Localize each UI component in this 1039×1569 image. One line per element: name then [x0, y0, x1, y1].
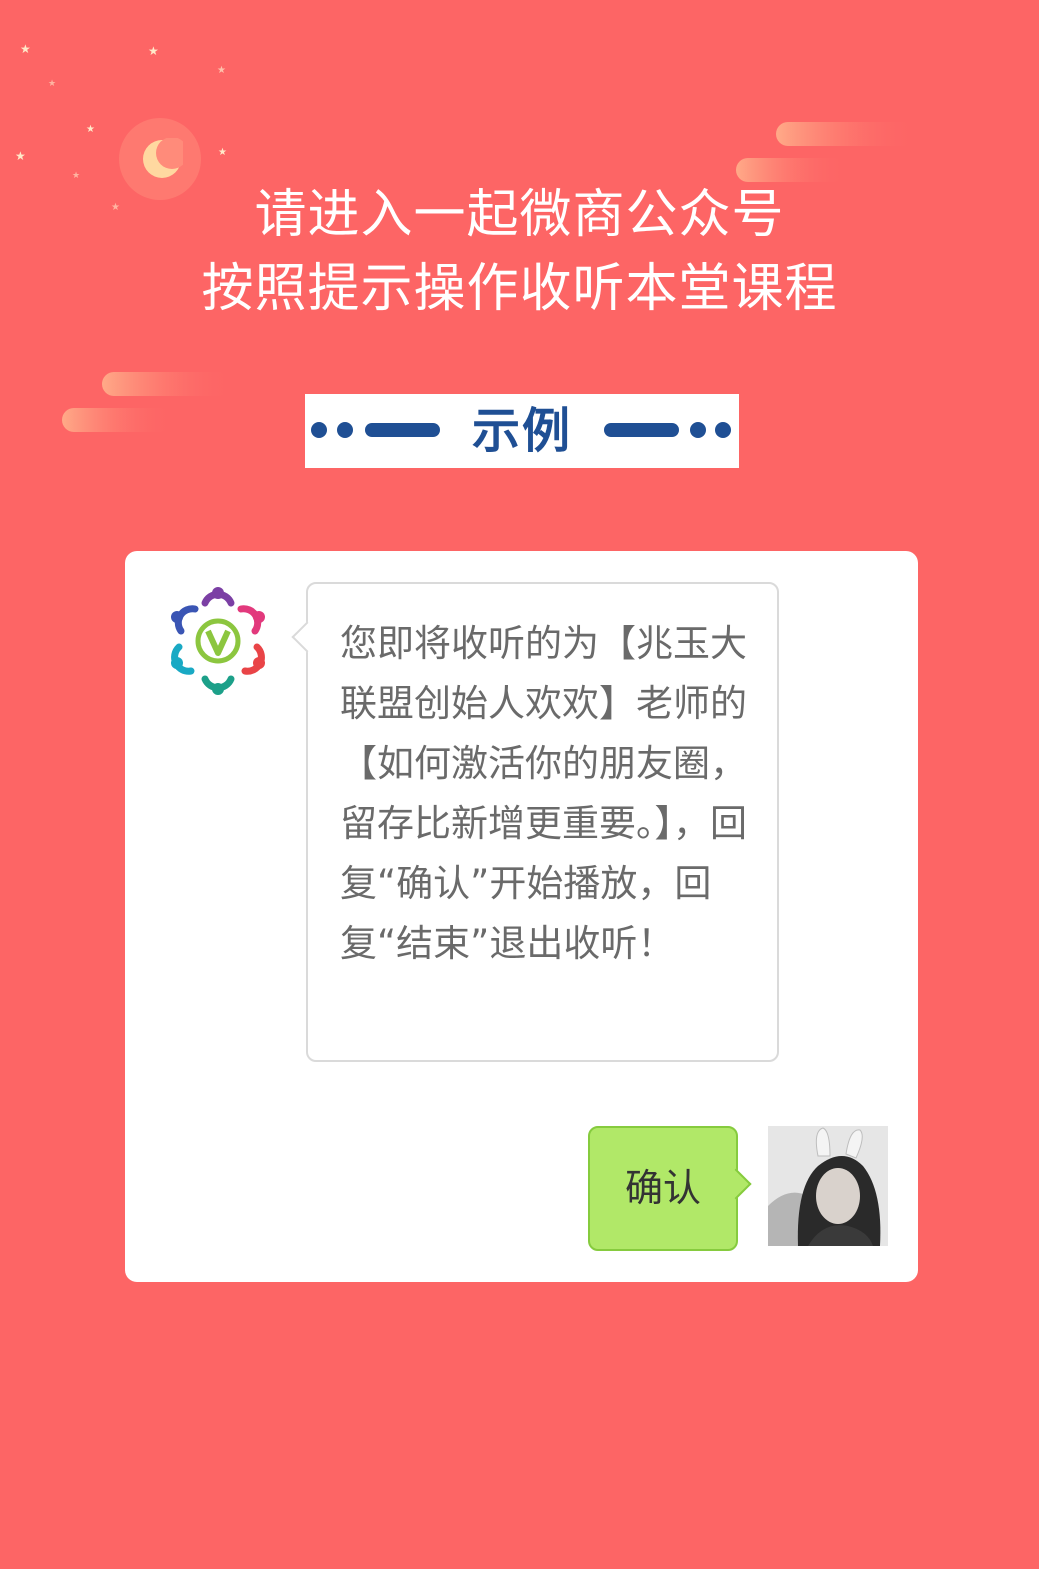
outgoing-message-text: 确认 [624, 1166, 701, 1210]
cloud-decoration [736, 122, 916, 182]
title-line-2: 按照提示操作收听本堂课程 [201, 259, 838, 319]
star-icon: ★ [217, 65, 226, 76]
star-icon: ★ [48, 79, 57, 89]
star-icon: ★ [15, 149, 26, 163]
incoming-message-text: 您即将收听的为【兆玉大联盟创始人欢欢】老师的【如何激活你的朋友圈，留存比新增更重… [340, 622, 747, 965]
crescent-moon-icon [143, 138, 183, 178]
user-avatar [768, 1126, 888, 1246]
bubble-tail [291, 621, 323, 653]
star-icon: ★ [218, 147, 227, 158]
example-banner: 示例 [305, 394, 739, 468]
page-title: 请进入一起微商公众号 按照提示操作收听本堂课程 [0, 178, 1039, 326]
incoming-message-bubble: 您即将收听的为【兆玉大联盟创始人欢欢】老师的【如何激活你的朋友圈，留存比新增更重… [291, 582, 779, 1062]
dots-dash-decoration-right [604, 422, 731, 438]
outgoing-message-bubble: 确认 [588, 1126, 752, 1251]
star-icon: ★ [86, 124, 95, 135]
chat-example-card: 您即将收听的为【兆玉大联盟创始人欢欢】老师的【如何激活你的朋友圈，留存比新增更重… [125, 551, 918, 1282]
v-logo-icon [171, 587, 265, 695]
cloud-decoration [62, 372, 232, 432]
star-icon: ★ [20, 42, 31, 56]
star-icon: ★ [148, 44, 159, 58]
title-line-1: 请进入一起微商公众号 [254, 185, 785, 245]
